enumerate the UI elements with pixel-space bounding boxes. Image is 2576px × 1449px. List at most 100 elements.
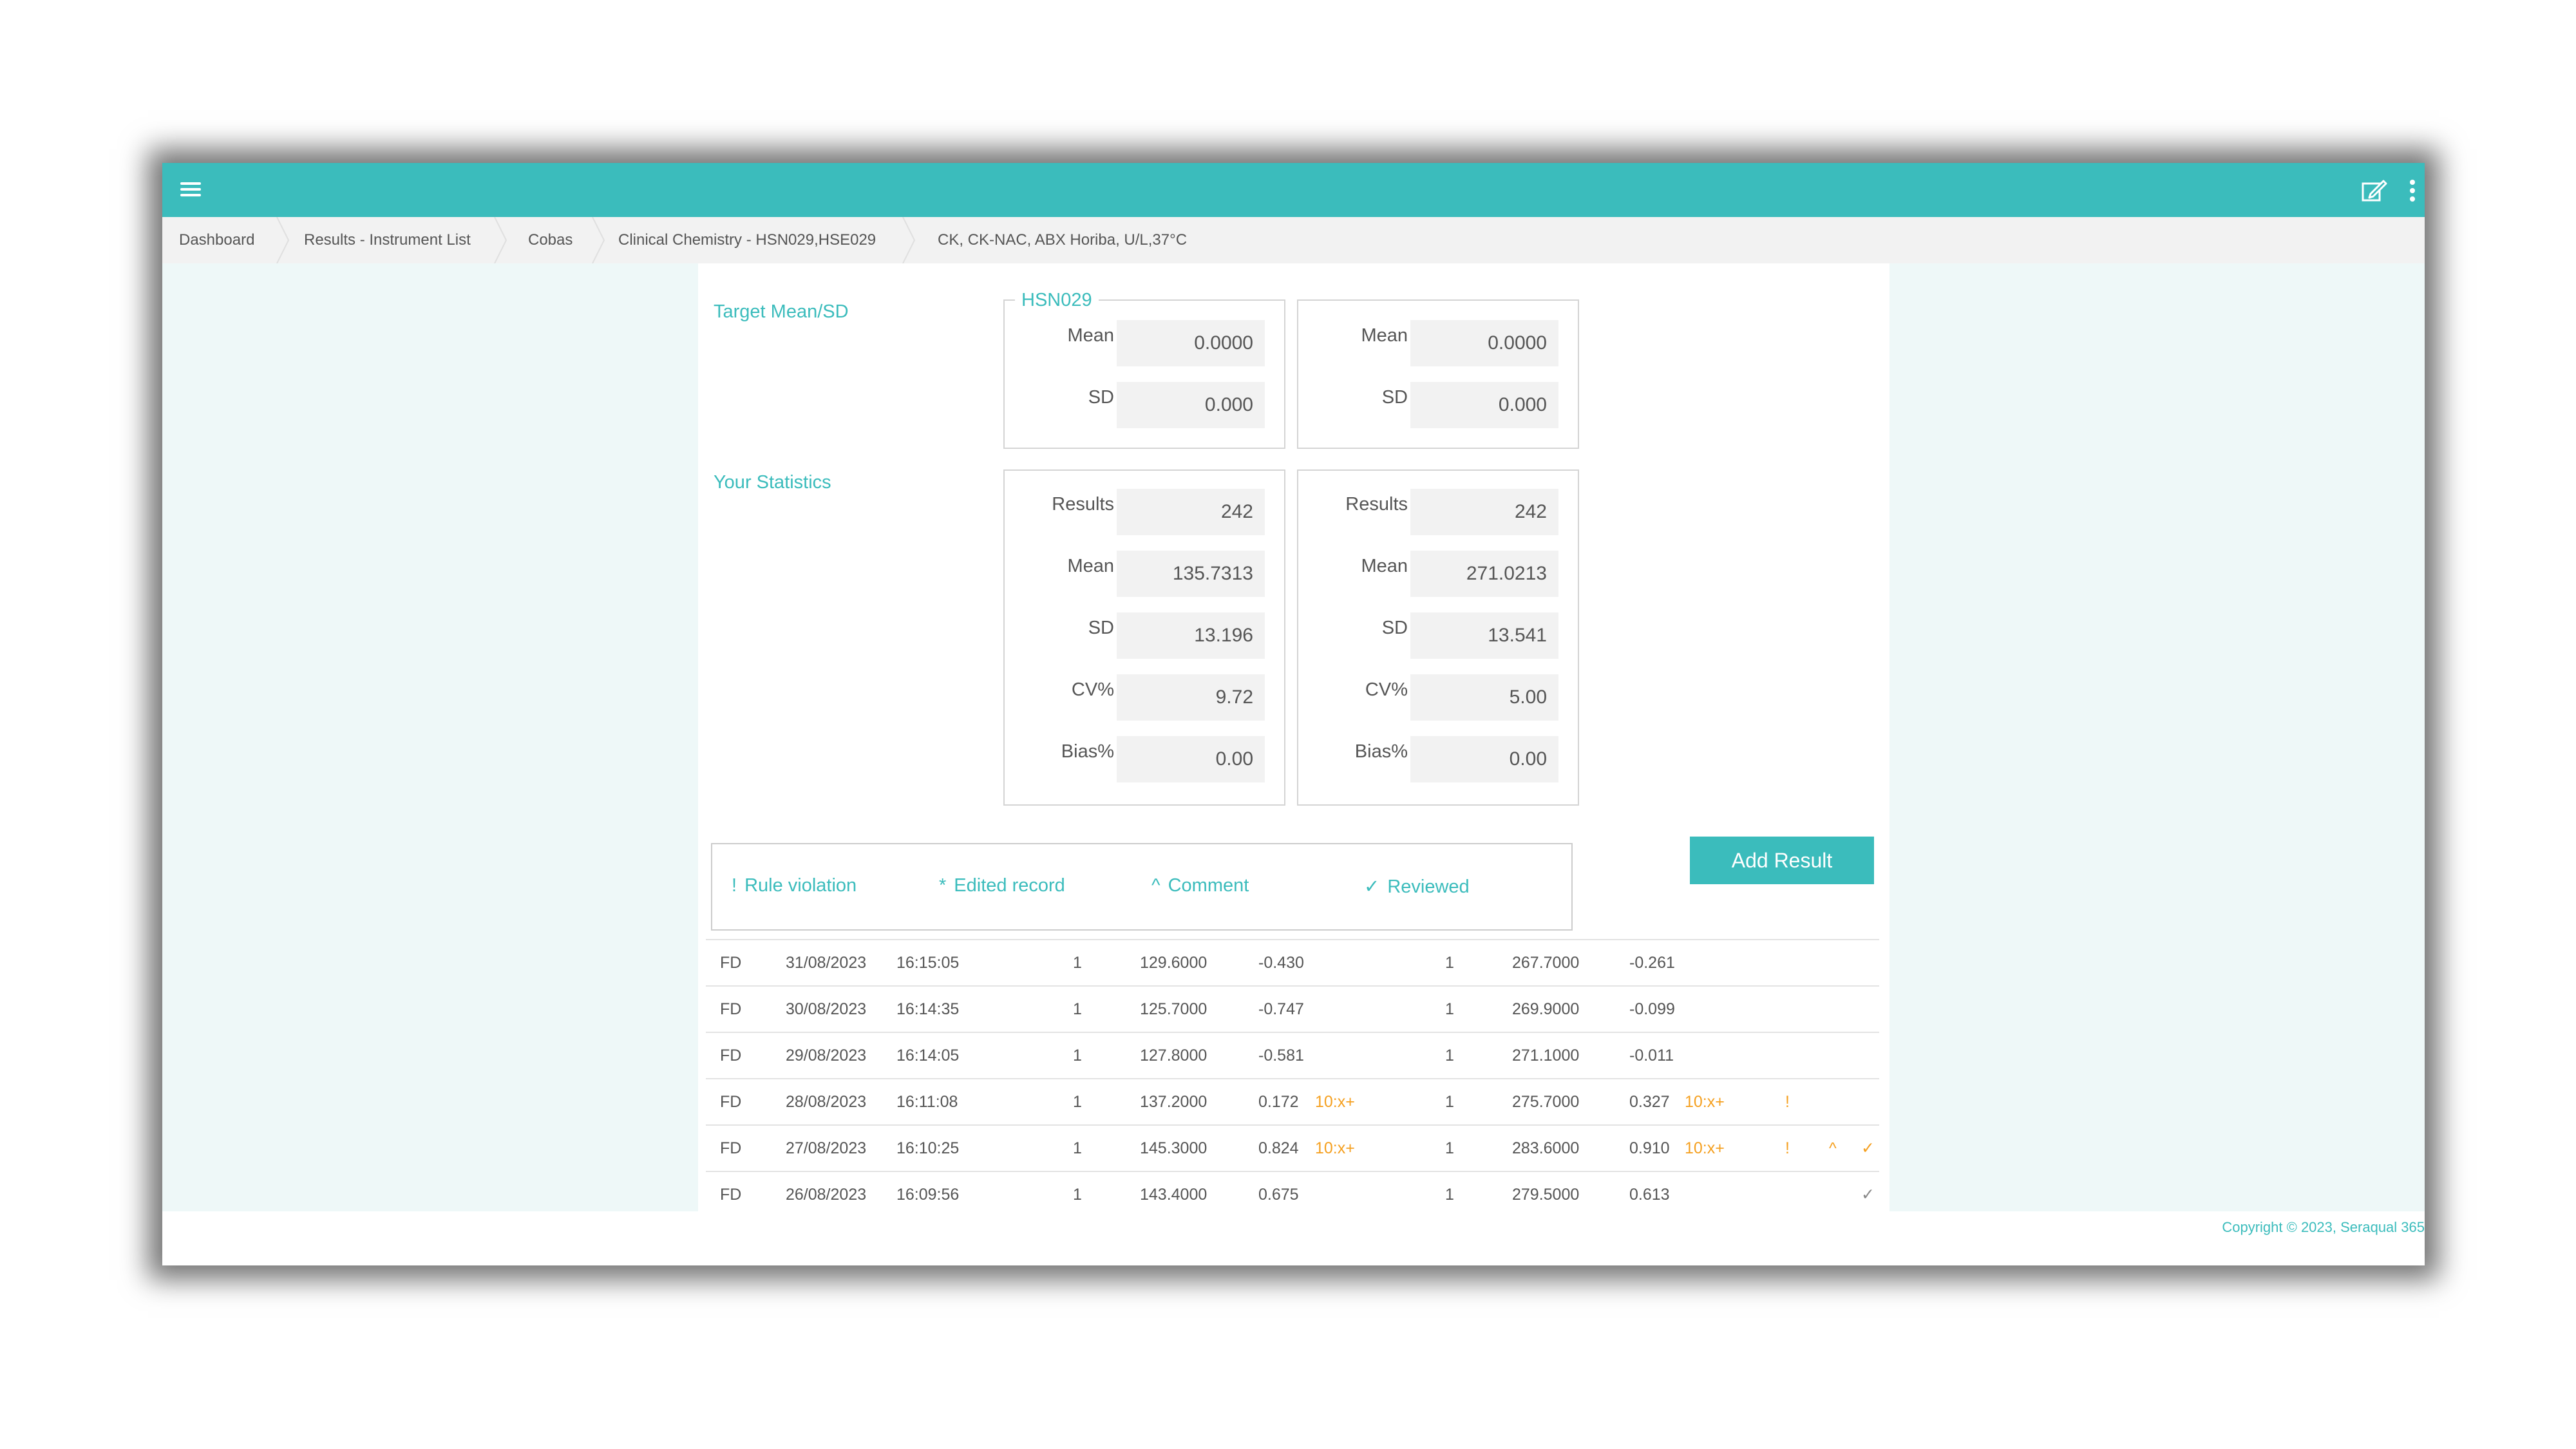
cell-time: 16:11:08 xyxy=(896,1093,958,1111)
app-window: Dashboard Results - Instrument List Coba… xyxy=(162,163,2425,1265)
cell-value-2: 271.1000 xyxy=(1512,1046,1580,1065)
stats-mean-row: Mean 135.7313 xyxy=(1005,544,1284,597)
cell-user: FD xyxy=(720,1093,742,1111)
cell-count-2: 1 xyxy=(1445,1186,1454,1204)
cell-time: 16:14:05 xyxy=(896,1046,960,1065)
legend-comment: ^ Comment xyxy=(1151,875,1249,896)
stats-results-row: Results 242 xyxy=(1005,482,1284,535)
footer: Copyright © 2023, Seraqual 365 xyxy=(162,1211,2425,1265)
cell-value-2: 267.7000 xyxy=(1512,954,1580,972)
target-sd-label: SD xyxy=(1088,387,1114,408)
add-result-button[interactable]: Add Result xyxy=(1690,837,1874,884)
rule-violation-icon: ! xyxy=(1785,1093,1790,1111)
target-sd-row: SD 0.000 xyxy=(1005,375,1284,428)
breadcrumb-separator-icon xyxy=(902,217,916,263)
cell-count-2: 1 xyxy=(1445,954,1454,972)
cell-zscore-1: 0.675 xyxy=(1258,1186,1299,1204)
target-mean-input[interactable]: 0.0000 xyxy=(1410,320,1558,366)
cell-rule-2: 10:x+ xyxy=(1685,1139,1725,1157)
cell-count-2: 1 xyxy=(1445,1000,1454,1018)
stats-sd-row: SD 13.541 xyxy=(1298,606,1578,659)
cell-zscore-1: 0.824 xyxy=(1258,1139,1299,1157)
stats-sd-label: SD xyxy=(1088,618,1114,638)
breadcrumb-dashboard[interactable]: Dashboard xyxy=(179,217,254,263)
your-statistics-label: Your Statistics xyxy=(714,472,831,493)
table-row[interactable]: FD 29/08/2023 16:14:05 1 127.8000 -0.581 1 271.… xyxy=(706,1033,1879,1079)
stats-cv-value: 5.00 xyxy=(1410,674,1558,721)
status-legend: ! Rule violation * Edited record ^ Comment … xyxy=(711,843,1573,931)
copyright-text: Copyright © 2023, Seraqual 365 xyxy=(2222,1219,2425,1235)
stats-sd-label: SD xyxy=(1381,618,1408,638)
cell-user: FD xyxy=(720,1186,742,1204)
edit-icon[interactable] xyxy=(2360,177,2387,204)
cell-date: 26/08/2023 xyxy=(786,1186,867,1204)
breadcrumb-clinical-chemistry[interactable]: Clinical Chemistry - HSN029,HSE029 xyxy=(618,217,876,263)
stats-cv-row: CV% 5.00 xyxy=(1298,668,1578,721)
target-sd-input[interactable]: 0.000 xyxy=(1410,382,1558,428)
edited-record-icon: * xyxy=(939,875,947,896)
stats-mean-value: 135.7313 xyxy=(1117,551,1265,597)
target-mean-row: Mean 0.0000 xyxy=(1298,314,1578,366)
stats-mean-row: Mean 271.0213 xyxy=(1298,544,1578,597)
cell-value-2: 269.9000 xyxy=(1512,1000,1580,1018)
more-vertical-icon[interactable] xyxy=(2405,177,2420,204)
cell-time: 16:10:25 xyxy=(896,1139,960,1157)
cell-zscore-1: -0.747 xyxy=(1258,1000,1304,1018)
stats-bias-value: 0.00 xyxy=(1410,736,1558,782)
breadcrumb-separator-icon xyxy=(276,217,290,263)
breadcrumb: Dashboard Results - Instrument List Coba… xyxy=(162,217,2425,263)
target-mean-input[interactable]: 0.0000 xyxy=(1117,320,1265,366)
cell-value-2: 279.5000 xyxy=(1512,1186,1580,1204)
cell-zscore-1: -0.581 xyxy=(1258,1046,1304,1065)
breadcrumb-separator-icon xyxy=(494,217,507,263)
target-fieldset-hsn029: HSN029 Mean 0.0000 SD 0.000 xyxy=(1003,290,1285,449)
stats-sd-value: 13.541 xyxy=(1410,612,1558,659)
stats-cv-label: CV% xyxy=(1365,679,1408,700)
stats-bias-row: Bias% 0.00 xyxy=(1005,730,1284,782)
cell-value-2: 275.7000 xyxy=(1512,1093,1580,1111)
cell-user: FD xyxy=(720,1139,742,1157)
legend-reviewed: ✓ Reviewed xyxy=(1364,875,1470,898)
stats-results-value: 242 xyxy=(1117,489,1265,535)
left-panel xyxy=(162,263,698,1211)
results-table: FD 31/08/2023 16:15:05 1 129.6000 -0.430 1 267.… xyxy=(706,939,1879,1218)
table-row[interactable]: FD 31/08/2023 16:15:05 1 129.6000 -0.430 1 267.… xyxy=(706,940,1879,987)
target-fieldset-second: Mean 0.0000 SD 0.000 xyxy=(1297,299,1579,449)
breadcrumb-results-instrument-list[interactable]: Results - Instrument List xyxy=(304,217,471,263)
reviewed-check-icon: ✓ xyxy=(1364,876,1380,897)
cell-zscore-2: 0.613 xyxy=(1629,1186,1670,1204)
stats-bias-value: 0.00 xyxy=(1117,736,1265,782)
rule-violation-icon: ! xyxy=(732,875,737,896)
cell-count-2: 1 xyxy=(1445,1093,1454,1111)
cell-zscore-2: 0.910 xyxy=(1629,1139,1670,1157)
rule-violation-icon: ! xyxy=(1785,1139,1790,1157)
reviewed-check-icon: ✓ xyxy=(1861,1139,1875,1157)
target-sd-input[interactable]: 0.000 xyxy=(1117,382,1265,428)
breadcrumb-cobas[interactable]: Cobas xyxy=(528,217,573,263)
hamburger-menu-icon[interactable] xyxy=(180,178,204,202)
stats-mean-value: 271.0213 xyxy=(1410,551,1558,597)
table-row[interactable]: FD 27/08/2023 16:10:25 1 145.3000 0.824 10:x+ 1… xyxy=(706,1126,1879,1172)
cell-zscore-2: -0.099 xyxy=(1629,1000,1675,1018)
cell-count-2: 1 xyxy=(1445,1046,1454,1065)
stats-cv-label: CV% xyxy=(1071,679,1114,700)
cell-count-1: 1 xyxy=(1073,1000,1082,1018)
cell-value-1: 127.8000 xyxy=(1140,1046,1208,1065)
stats-sd-row: SD 13.196 xyxy=(1005,606,1284,659)
target-mean-row: Mean 0.0000 xyxy=(1005,314,1284,366)
stats-mean-label: Mean xyxy=(1067,556,1114,576)
target-mean-label: Mean xyxy=(1361,325,1408,346)
stats-bias-row: Bias% 0.00 xyxy=(1298,730,1578,782)
legend-comment-label: Comment xyxy=(1168,875,1249,896)
cell-value-1: 143.4000 xyxy=(1140,1186,1208,1204)
cell-user: FD xyxy=(720,954,742,972)
reviewed-check-icon: ✓ xyxy=(1861,1186,1875,1204)
stats-cv-row: CV% 9.72 xyxy=(1005,668,1284,721)
table-row[interactable]: FD 30/08/2023 16:14:35 1 125.7000 -0.747 1 269.… xyxy=(706,987,1879,1033)
stats-mean-label: Mean xyxy=(1361,556,1408,576)
stats-results-value: 242 xyxy=(1410,489,1558,535)
cell-count-1: 1 xyxy=(1073,1186,1082,1204)
table-row[interactable]: FD 28/08/2023 16:11:08 1 137.2000 0.172 10:x+ 1… xyxy=(706,1079,1879,1126)
comment-icon: ^ xyxy=(1829,1139,1837,1157)
cell-time: 16:15:05 xyxy=(896,954,960,972)
